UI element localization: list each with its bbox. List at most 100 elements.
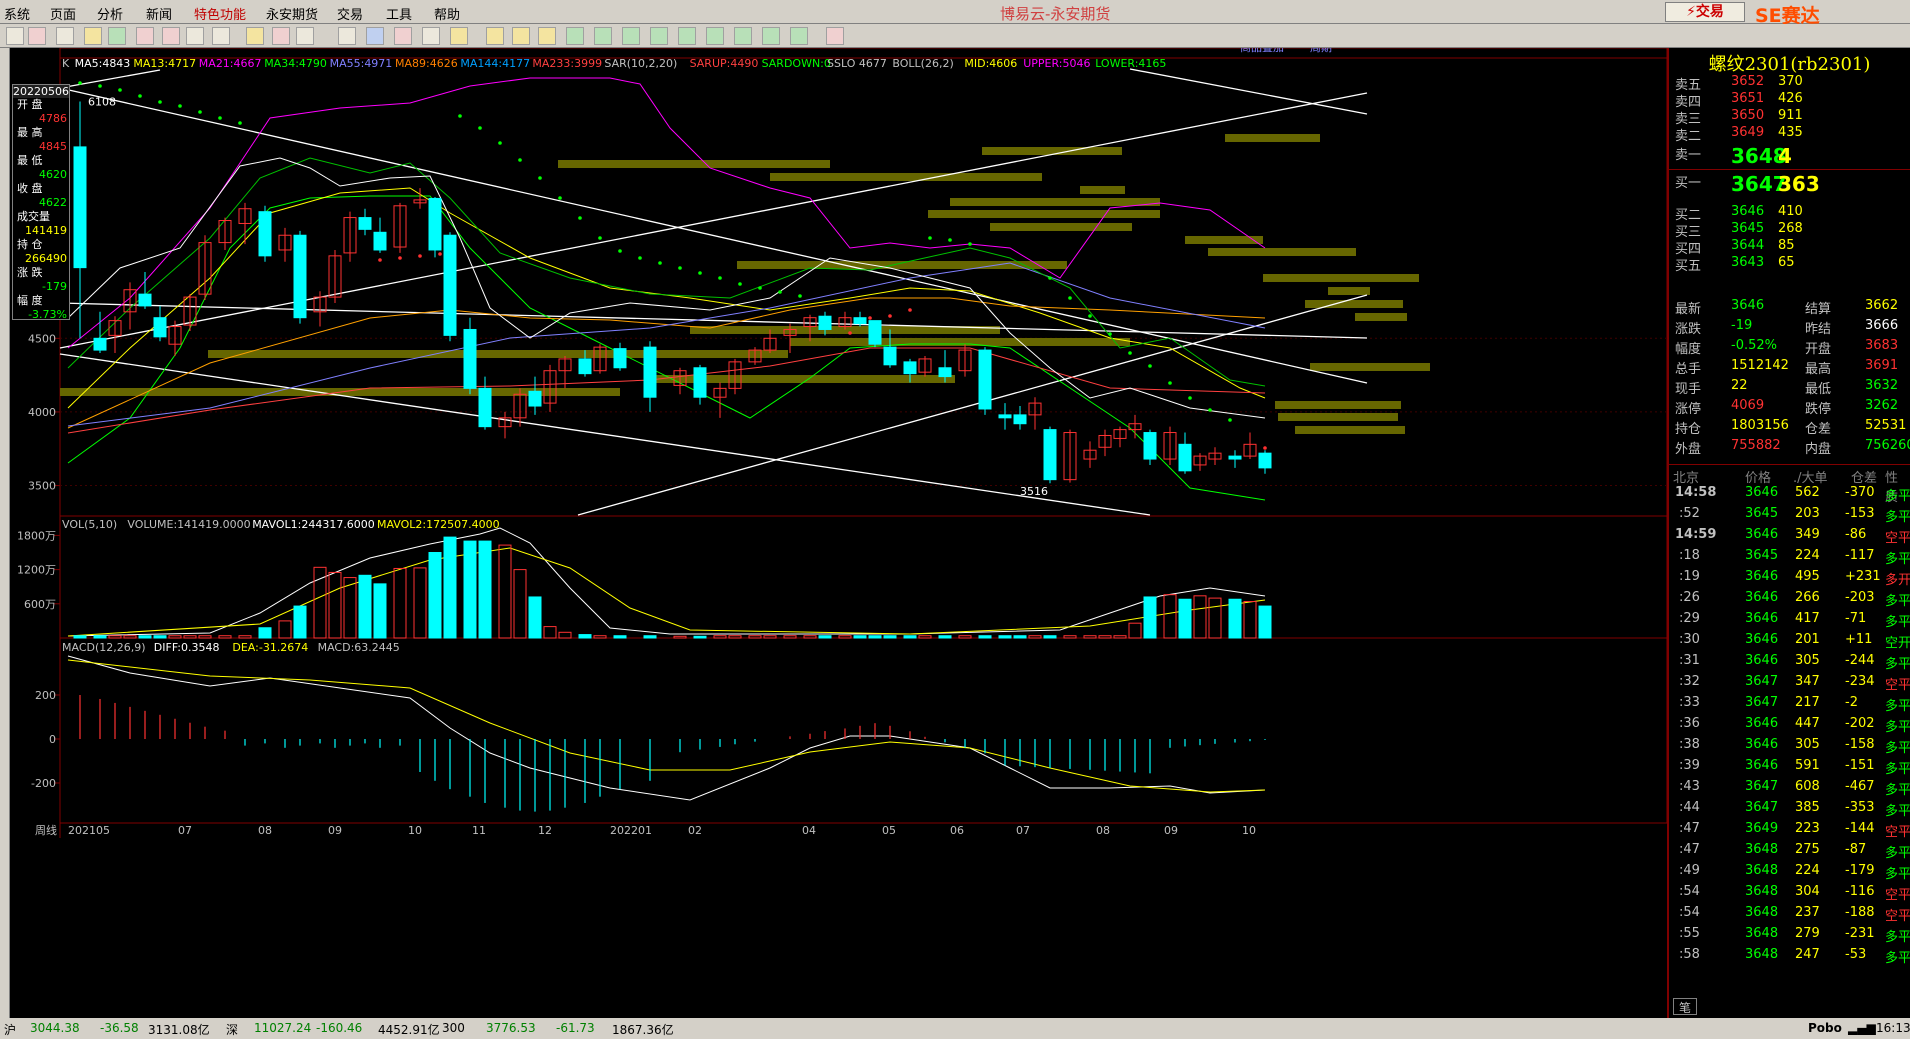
- ask1-volume: 4: [1778, 144, 1792, 168]
- min-price-label: 3516: [1020, 485, 1048, 498]
- tick-time: :43: [1679, 779, 1700, 794]
- overlay-link[interactable]: 商品叠加: [1240, 40, 1284, 54]
- volume-bar: [868, 635, 882, 639]
- menu-trade[interactable]: 交易: [337, 4, 363, 23]
- tick-volume: 279: [1795, 926, 1820, 941]
- period-x-icon[interactable]: [538, 27, 556, 45]
- ticks-header-cell: 仓差: [1851, 471, 1878, 486]
- period-5m-icon[interactable]: [622, 27, 640, 45]
- calculator-icon[interactable]: [826, 27, 844, 45]
- volume-bar: [838, 635, 852, 639]
- status-item: 3776.53: [486, 1021, 536, 1035]
- period-week-icon[interactable]: [450, 27, 468, 45]
- alert-icon[interactable]: [296, 27, 314, 45]
- status-item: 3131.08亿: [148, 1023, 210, 1037]
- status-item: 3044.38: [30, 1021, 80, 1035]
- period-15m-icon[interactable]: [650, 27, 668, 45]
- tick-nature: 多平: [1885, 762, 1910, 777]
- price-tick-label: 3500: [28, 480, 56, 493]
- x-axis-label: 09: [328, 824, 342, 837]
- volume-profile-band: [1208, 248, 1356, 256]
- sar-dot: [968, 242, 972, 246]
- stat-value: 3683: [1865, 338, 1899, 353]
- bid-price: 3646: [1731, 204, 1765, 219]
- candle-down: [818, 315, 832, 330]
- kline-icon[interactable]: [422, 27, 440, 45]
- status-item: 4452.91亿: [378, 1023, 440, 1037]
- volume-bar: [123, 635, 137, 639]
- stat-value: -0.52%: [1731, 338, 1777, 353]
- trade-button[interactable]: ⚡交易: [1665, 2, 1745, 22]
- volume-profile-band: [950, 198, 1160, 206]
- period-quarter-icon[interactable]: [512, 27, 530, 45]
- period-link[interactable]: 周期: [1310, 41, 1332, 54]
- folder-icon[interactable]: [84, 27, 102, 45]
- tick-oi-diff: -234: [1845, 674, 1875, 689]
- quote-panel: 螺纹2301(rb2301) 卖五 3652 370 卖四 3651 426 卖三 3650 9…: [1667, 48, 1910, 1018]
- sar-dot: [218, 116, 222, 120]
- volume-bar: [138, 635, 152, 639]
- tick-price: 3647: [1745, 779, 1779, 794]
- menu-system[interactable]: 系统: [4, 4, 30, 23]
- menu-special[interactable]: 特色功能: [194, 4, 246, 23]
- refresh-icon[interactable]: [108, 27, 126, 45]
- volume-bar: [183, 635, 197, 639]
- book-divider: [1669, 169, 1910, 170]
- back-icon[interactable]: [6, 27, 24, 45]
- tick-time: :31: [1679, 653, 1700, 668]
- sar-dot: [98, 84, 102, 88]
- tick-oi-diff: -202: [1845, 716, 1875, 731]
- tick-nature: 多平: [1885, 951, 1910, 966]
- window-icon[interactable]: [56, 27, 74, 45]
- period-day-icon[interactable]: [790, 27, 808, 45]
- side-tabs-strip[interactable]: [0, 48, 10, 1018]
- tick-time: :49: [1679, 863, 1700, 878]
- menu-news[interactable]: 新闻: [146, 4, 172, 23]
- menu-analysis[interactable]: 分析: [97, 4, 123, 23]
- candle-down: [528, 390, 542, 407]
- tick-volume: 203: [1795, 506, 1820, 521]
- signal-icon: ▂▄▆: [1848, 1021, 1876, 1035]
- period-30m-icon[interactable]: [678, 27, 696, 45]
- volume-bar: [673, 635, 687, 639]
- period-1m-icon[interactable]: [566, 27, 584, 45]
- period-4h-icon[interactable]: [762, 27, 780, 45]
- menu-yongan[interactable]: 永安期货: [266, 4, 318, 23]
- period-month-icon[interactable]: [486, 27, 504, 45]
- pen-icon[interactable]: [212, 27, 230, 45]
- kline-chart-area[interactable]: K MA5:4843 MA13:4717 MA21:4667 MA34:4790 MA55…: [10, 33, 1668, 1018]
- sar-dot: [578, 216, 582, 220]
- info-value: 4845: [39, 140, 67, 153]
- tick-nature: 多平: [1885, 699, 1910, 714]
- period-60m-icon[interactable]: [706, 27, 724, 45]
- ask-price: 3652: [1731, 74, 1765, 89]
- tick-time: :47: [1679, 842, 1700, 857]
- zoom-icon[interactable]: [162, 27, 180, 45]
- volume-profile-band: [1225, 134, 1320, 142]
- period-2h-icon[interactable]: [734, 27, 752, 45]
- period-3m-icon[interactable]: [594, 27, 612, 45]
- filter-icon[interactable]: [272, 27, 290, 45]
- candle-icon[interactable]: [366, 27, 384, 45]
- tick-icon[interactable]: [394, 27, 412, 45]
- sar-dot: [558, 196, 562, 200]
- trade-tool-icon[interactable]: [246, 27, 264, 45]
- ticks-tab[interactable]: 笔: [1673, 998, 1697, 1015]
- sar-dot: [458, 114, 462, 118]
- search-icon[interactable]: [136, 27, 154, 45]
- kline-chart[interactable]: K MA5:4843 MA13:4717 MA21:4667 MA34:4790 MA55…: [10, 33, 1668, 1018]
- ask-volume: 370: [1778, 74, 1803, 89]
- menu-tools[interactable]: 工具: [386, 4, 412, 23]
- sar-dot: [178, 104, 182, 108]
- list-icon[interactable]: [338, 27, 356, 45]
- home-icon[interactable]: [28, 27, 46, 45]
- pin-icon[interactable]: [186, 27, 204, 45]
- ask-price: 3649: [1731, 125, 1765, 140]
- menu-help[interactable]: 帮助: [434, 4, 460, 23]
- sar-dot: [888, 314, 892, 318]
- tick-volume: 224: [1795, 863, 1820, 878]
- menu-page[interactable]: 页面: [50, 4, 76, 23]
- tick-time: :29: [1679, 611, 1700, 626]
- candle-down: [1013, 414, 1027, 425]
- volume-profile-band: [1355, 313, 1407, 321]
